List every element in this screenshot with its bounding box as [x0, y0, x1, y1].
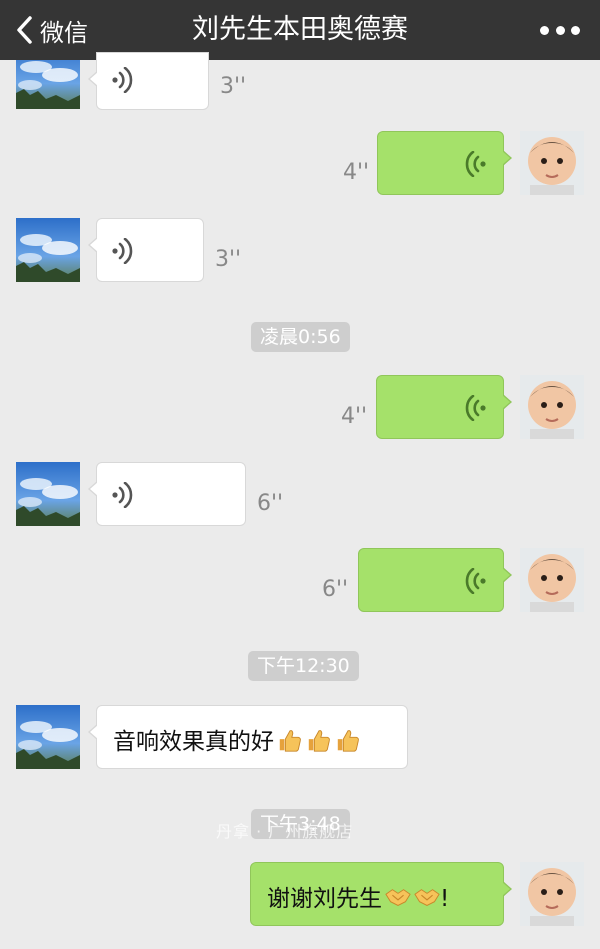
voice-message-bubble[interactable] [88, 218, 204, 282]
voice-wave-icon [111, 67, 133, 93]
voice-wave-icon [111, 238, 133, 264]
dot-icon [555, 25, 565, 35]
navigation-bar: 微信 刘先生本田奥德赛 [0, 0, 600, 60]
more-options-button[interactable] [540, 20, 580, 40]
voice-wave-icon [465, 395, 487, 421]
timestamp: 下午12:30 [248, 651, 359, 681]
voice-message-bubble[interactable] [358, 548, 512, 612]
contact-avatar[interactable] [16, 60, 80, 109]
voice-message-bubble[interactable] [377, 131, 512, 195]
voice-message-bubble[interactable] [88, 462, 246, 526]
voice-wave-icon [111, 482, 133, 508]
my-avatar[interactable] [520, 548, 584, 612]
voice-duration: 4'' [343, 160, 370, 185]
handshake-emoji [414, 889, 440, 906]
voice-wave-icon [465, 151, 487, 177]
contact-avatar[interactable] [16, 218, 80, 282]
voice-duration: 3'' [215, 247, 242, 272]
my-avatar[interactable] [520, 862, 584, 926]
voice-duration: 3'' [220, 74, 247, 99]
timestamp: 凌晨0:56 [251, 322, 350, 352]
message-suffix: ! [440, 886, 450, 912]
voice-duration: 4'' [341, 404, 368, 429]
message-text: 谢谢刘先生 [267, 886, 382, 912]
voice-message-bubble[interactable] [88, 52, 209, 110]
thumbs-up-emoji [308, 730, 330, 752]
dot-icon [571, 25, 580, 35]
text-message-bubble[interactable]: 谢谢刘先生! [250, 862, 512, 926]
message-text: 音响效果真的好 [113, 729, 274, 755]
voice-duration: 6'' [322, 577, 349, 602]
watermark: 丹拿 · 广州旗舰店 [216, 822, 354, 841]
voice-message-bubble[interactable] [376, 375, 512, 439]
my-avatar[interactable] [520, 131, 584, 195]
chat-title: 刘先生本田奥德赛 [192, 14, 408, 45]
my-avatar[interactable] [520, 375, 584, 439]
thumbs-up-emoji [279, 730, 301, 752]
text-message-bubble[interactable]: 音响效果真的好 [88, 705, 408, 769]
contact-avatar[interactable] [16, 705, 80, 769]
thumbs-up-emoji [337, 730, 359, 752]
contact-avatar[interactable] [16, 462, 80, 526]
handshake-emoji [385, 889, 411, 906]
voice-duration: 6'' [257, 491, 284, 516]
dot-icon [540, 25, 549, 35]
voice-wave-icon [465, 568, 487, 594]
